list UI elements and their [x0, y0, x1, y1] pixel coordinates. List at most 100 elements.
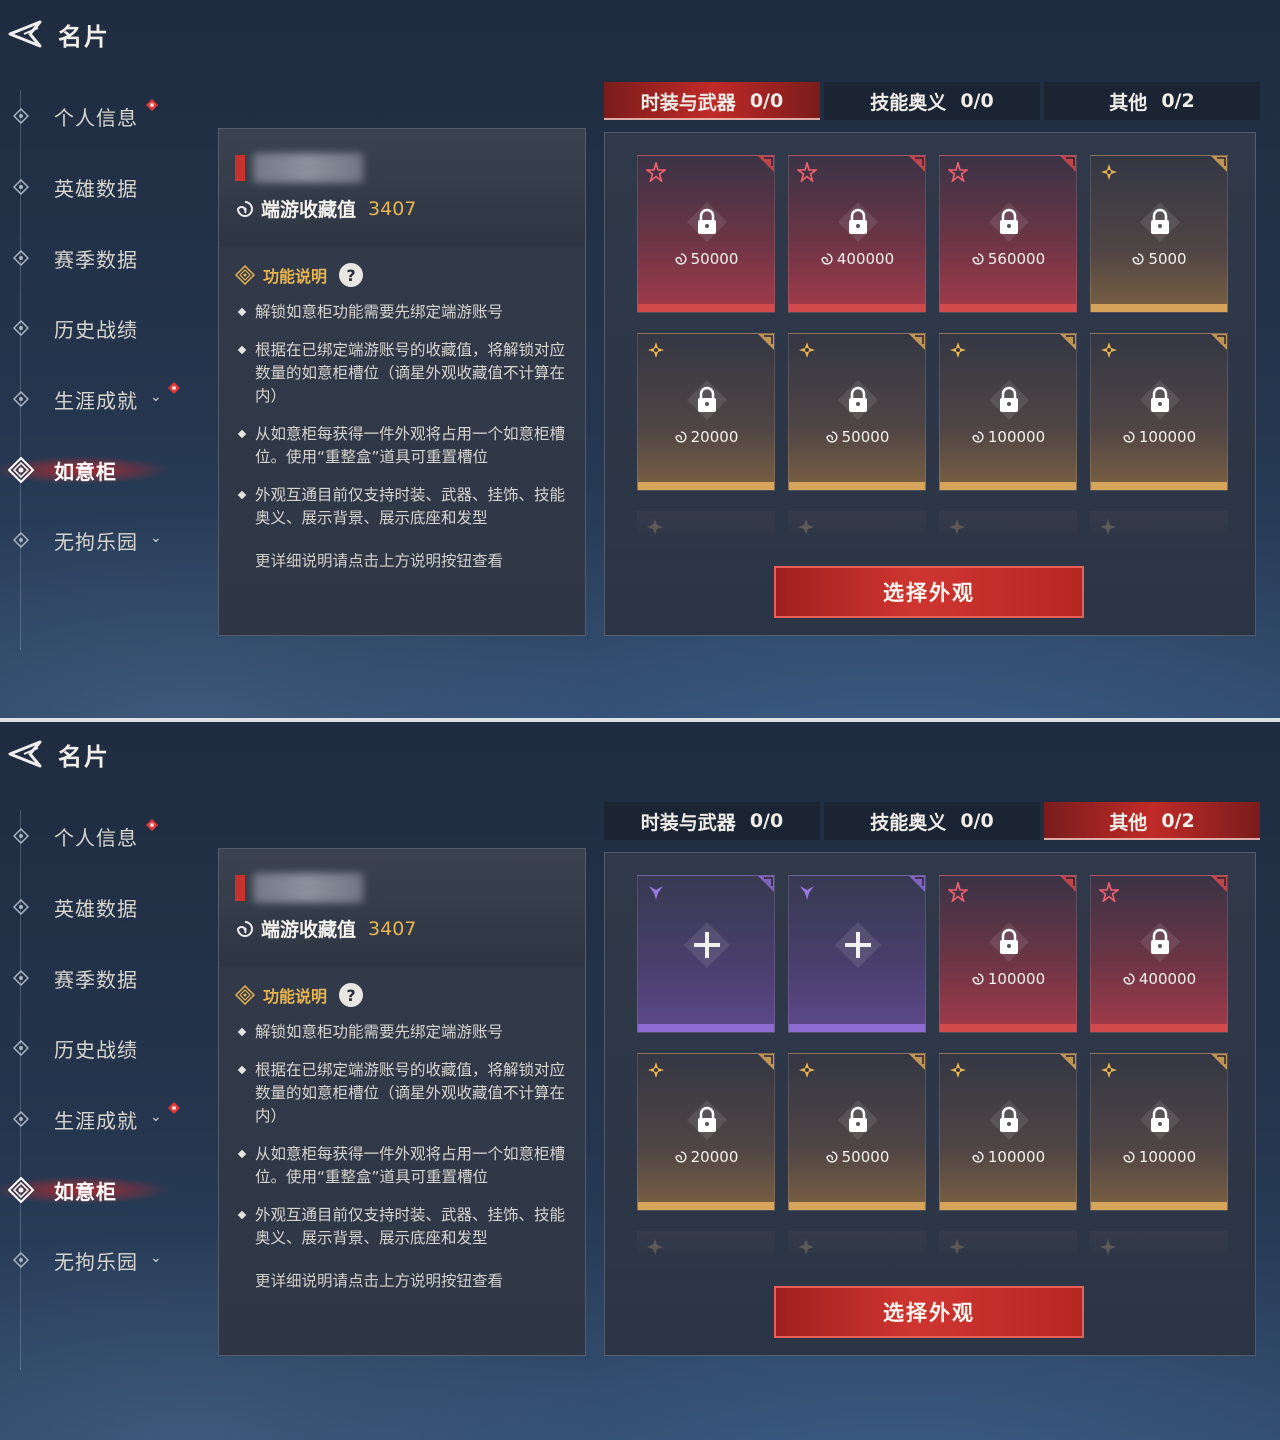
- chevron-down-icon: ⌄: [150, 389, 162, 405]
- locked-slot[interactable]: 50000: [637, 155, 775, 313]
- locked-slot[interactable]: 20000: [637, 1053, 775, 1211]
- sidebar-item-hero-data[interactable]: 英雄数据: [0, 885, 200, 929]
- slot-cost-value: 50000: [841, 1148, 890, 1166]
- slot-cost-value: 50000: [690, 250, 739, 268]
- sidebar-item-carefree-park[interactable]: 无拘乐园 ⌄: [0, 1238, 200, 1282]
- tab-label: 时装与武器: [640, 811, 736, 834]
- rarity-star-icon: [948, 1060, 968, 1080]
- slot-cost-value: 50000: [841, 428, 890, 446]
- select-appearance-button[interactable]: 选择外观: [774, 1286, 1084, 1338]
- collection-value-row: 端游收藏值 3407: [235, 195, 416, 222]
- corner-flag-icon: [909, 1054, 925, 1070]
- sidebar-item-label: 赛季数据: [54, 967, 138, 992]
- sidebar-item-match-history[interactable]: 历史战绩: [0, 306, 200, 350]
- diamond-icon: [13, 1040, 29, 1056]
- notification-badge-icon: [168, 1099, 180, 1114]
- tab-count: 0/2: [1161, 90, 1195, 112]
- diamond-icon: [13, 320, 29, 336]
- tab-skill-mastery[interactable]: 技能奥义 0/0: [824, 82, 1040, 120]
- tab-outfits-weapons[interactable]: 时装与武器 0/0: [604, 82, 820, 120]
- scroll-fade: [605, 1249, 1255, 1279]
- rarity-bar: [638, 482, 774, 490]
- sidebar-item-personal-info[interactable]: 个人信息: [0, 814, 200, 858]
- locked-slot[interactable]: 560000: [939, 155, 1077, 313]
- rarity-bar: [789, 482, 925, 490]
- help-button[interactable]: ?: [339, 263, 364, 287]
- rarity-star-icon: [1099, 1060, 1119, 1080]
- sidebar-item-ruyi-cabinet[interactable]: 如意柜: [0, 448, 200, 492]
- slot-cost: 50000: [789, 1148, 925, 1166]
- info-card: 端游收藏值 3407 功能说明 ? 解锁如意柜功能需要先绑定端游账号 根据在已绑…: [218, 128, 586, 636]
- locked-slot[interactable]: 20000: [637, 333, 775, 491]
- sidebar-item-ruyi-cabinet[interactable]: 如意柜: [0, 1168, 200, 1212]
- sidebar: 个人信息 英雄数据 赛季数据 历史战绩 生涯成就 ⌄ 如意柜 无拘乐园 ⌄: [0, 800, 200, 1370]
- rule-item: 从如意柜每获得一件外观将占用一个如意柜槽位。使用“重整盒”道具可重置槽位: [237, 423, 577, 469]
- slot-cost: 50000: [638, 250, 774, 268]
- sidebar-item-season-data[interactable]: 赛季数据: [0, 236, 200, 280]
- rarity-star-icon: [646, 882, 666, 902]
- sidebar-item-match-history[interactable]: 历史战绩: [0, 1026, 200, 1070]
- slot-cost-value: 400000: [1138, 970, 1197, 988]
- empty-slot[interactable]: [637, 875, 775, 1033]
- slot-cost: 100000: [1091, 1148, 1227, 1166]
- rarity-star-icon: [795, 160, 819, 184]
- rarity-bar: [940, 1202, 1076, 1210]
- locked-slot[interactable]: 100000: [1090, 333, 1228, 491]
- info-card: 端游收藏值 3407 功能说明 ? 解锁如意柜功能需要先绑定端游账号 根据在已绑…: [218, 848, 586, 1356]
- sidebar-item-personal-info[interactable]: 个人信息: [0, 94, 200, 138]
- locked-slot[interactable]: 400000: [788, 155, 926, 313]
- empty-slot[interactable]: [788, 875, 926, 1033]
- sidebar-item-label: 如意柜: [54, 1179, 117, 1204]
- select-appearance-button[interactable]: 选择外观: [774, 566, 1084, 618]
- back-button[interactable]: [2, 734, 46, 774]
- slot-cost-value: 560000: [987, 250, 1046, 268]
- rarity-bar: [638, 304, 774, 312]
- back-arrow-icon: [8, 740, 42, 768]
- swirl-icon: [971, 972, 985, 986]
- swirl-icon: [236, 200, 253, 217]
- slot-grid: 50000 400000 560000 5000 20000 50000 100000 100…: [604, 132, 1256, 636]
- sidebar-item-season-data[interactable]: 赛季数据: [0, 956, 200, 1000]
- locked-slot[interactable]: 100000: [1090, 1053, 1228, 1211]
- tab-outfits-weapons[interactable]: 时装与武器 0/0: [604, 802, 820, 840]
- slot-cost: 400000: [1091, 970, 1227, 988]
- swirl-icon: [1122, 1150, 1136, 1164]
- locked-slot[interactable]: 400000: [1090, 875, 1228, 1033]
- slot-cost-value: 100000: [987, 428, 1046, 446]
- info-card-header: 端游收藏值 3407: [219, 129, 585, 247]
- tab-other[interactable]: 其他 0/2: [1044, 802, 1260, 840]
- corner-flag-icon: [758, 334, 774, 350]
- rule-item: 根据在已绑定端游账号的收藏值，将解锁对应数量的如意柜槽位（谪星外观收藏值不计算在…: [237, 339, 577, 408]
- tab-other[interactable]: 其他 0/2: [1044, 82, 1260, 120]
- locked-slot[interactable]: 100000: [939, 1053, 1077, 1211]
- sidebar-item-career-achievements[interactable]: 生涯成就 ⌄: [0, 1097, 200, 1141]
- slot-cost: 20000: [638, 1148, 774, 1166]
- rarity-star-icon: [797, 340, 817, 360]
- locked-slot[interactable]: 50000: [788, 333, 926, 491]
- sidebar-item-hero-data[interactable]: 英雄数据: [0, 165, 200, 209]
- tab-skill-mastery[interactable]: 技能奥义 0/0: [824, 802, 1040, 840]
- rarity-bar: [789, 1202, 925, 1210]
- swirl-icon: [674, 1150, 688, 1164]
- rarity-star-icon: [1097, 880, 1121, 904]
- sidebar-item-carefree-park[interactable]: 无拘乐园 ⌄: [0, 518, 200, 562]
- locked-slot[interactable]: 5000: [1090, 155, 1228, 313]
- gold-diamond-icon: [235, 985, 255, 1005]
- diamond-icon: [13, 391, 29, 407]
- locked-slot[interactable]: 50000: [788, 1053, 926, 1211]
- swirl-icon: [971, 1150, 985, 1164]
- locked-slot[interactable]: 100000: [939, 333, 1077, 491]
- locked-slot[interactable]: 100000: [939, 875, 1077, 1033]
- blurred-player-name: [253, 153, 363, 183]
- slot-cost: 100000: [940, 428, 1076, 446]
- collection-value-label: 端游收藏值: [261, 199, 357, 221]
- swirl-icon: [971, 252, 985, 266]
- back-button[interactable]: [2, 14, 46, 54]
- slot-cost-value: 100000: [1138, 1148, 1197, 1166]
- help-button[interactable]: ?: [339, 983, 364, 1007]
- sidebar-item-career-achievements[interactable]: 生涯成就 ⌄: [0, 377, 200, 421]
- tab-count: 0/0: [749, 90, 784, 112]
- tab-label: 技能奥义: [870, 811, 947, 834]
- sidebar-item-label: 个人信息: [54, 105, 138, 130]
- slot-cost: 50000: [789, 428, 925, 446]
